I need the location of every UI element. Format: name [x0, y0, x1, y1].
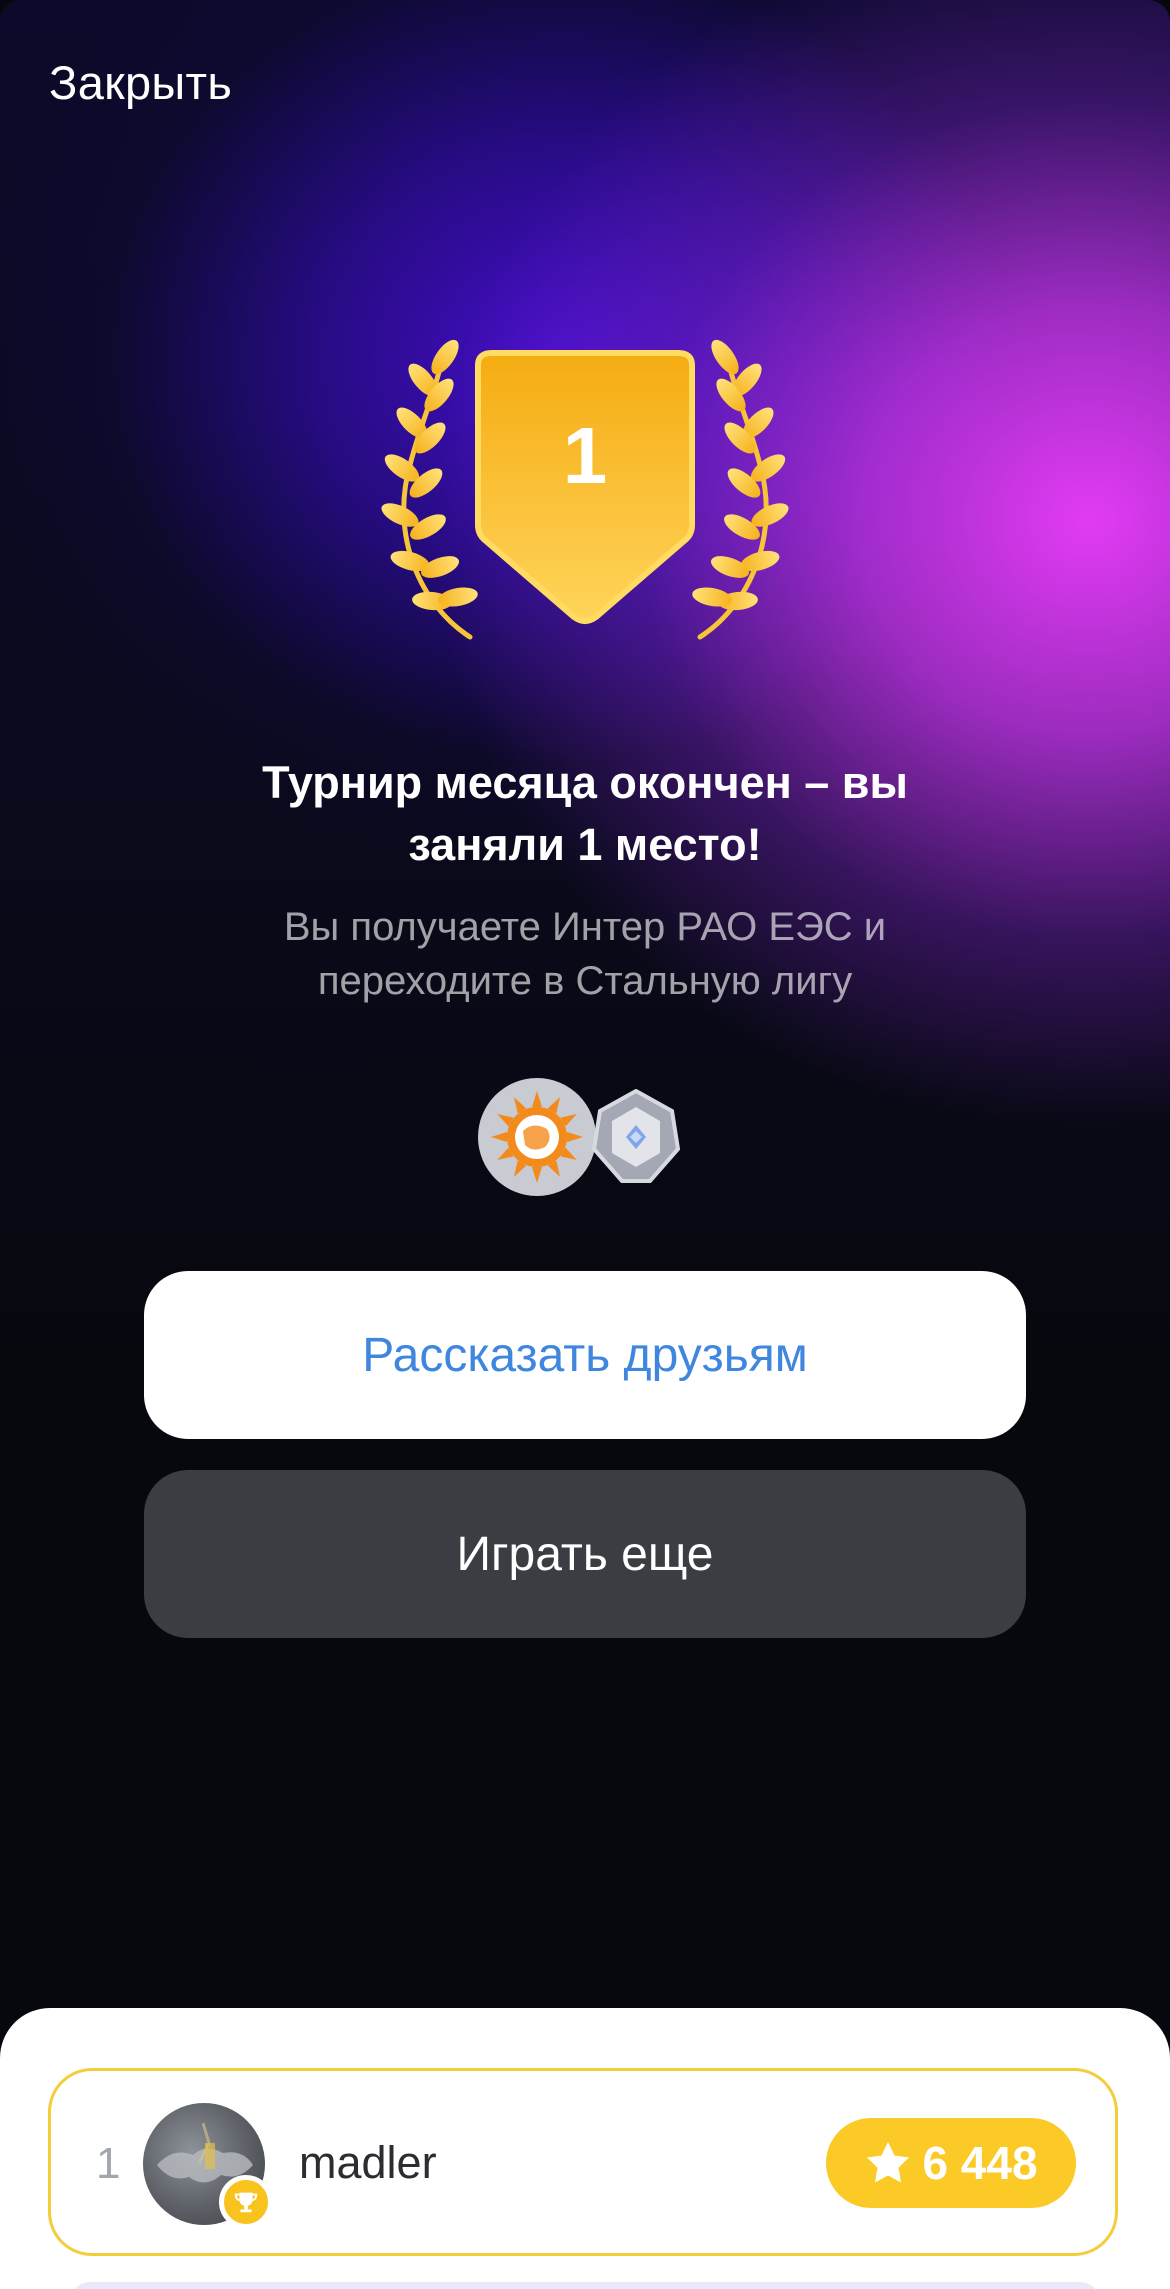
- result-subtitle: Вы получаете Интер РАО ЕЭС и переходите …: [150, 900, 1020, 1008]
- laurel-right: [692, 339, 789, 640]
- leaderboard-username: madler: [299, 2137, 437, 2188]
- result-subtitle-line2: переходите в Стальную лигу: [317, 959, 853, 1003]
- next-leaderboard-row: [70, 2282, 1100, 2289]
- leaderboard-row[interactable]: 1 madler 6 448: [48, 2068, 1118, 2256]
- play-again-button[interactable]: Играть еще: [144, 1470, 1026, 1638]
- leaderboard-rank: 1: [96, 2139, 121, 2188]
- score-badge: 6 448: [826, 2118, 1076, 2208]
- rewards-group: [478, 1078, 681, 1198]
- star-icon: [867, 2142, 910, 2183]
- laurel-left: [381, 339, 478, 640]
- result-title: Турнир месяца окончен – вы заняли 1 мест…: [150, 752, 1020, 876]
- place-number: 1: [563, 411, 608, 500]
- score-value: 6 448: [922, 2137, 1038, 2189]
- tournament-result-screen: Закрыть 1 Турнир месяца окончен – вы зан…: [0, 0, 1170, 2289]
- result-subtitle-line1: Вы получаете Интер РАО ЕЭС и: [283, 905, 887, 949]
- inter-rao-logo-icon: [478, 1078, 596, 1196]
- result-title-line1: Турнир месяца окончен – вы: [262, 757, 908, 808]
- trophy-icon: [219, 2175, 273, 2229]
- result-title-line2: заняли 1 место!: [408, 819, 762, 870]
- leaderboard-sheet: 1 madler 6 448: [0, 2008, 1170, 2289]
- steel-league-badge-icon: [591, 1089, 681, 1183]
- close-button[interactable]: Закрыть: [49, 55, 232, 110]
- laurel-shield-icon: 1: [381, 339, 789, 640]
- share-with-friends-button[interactable]: Рассказать друзьям: [144, 1271, 1026, 1439]
